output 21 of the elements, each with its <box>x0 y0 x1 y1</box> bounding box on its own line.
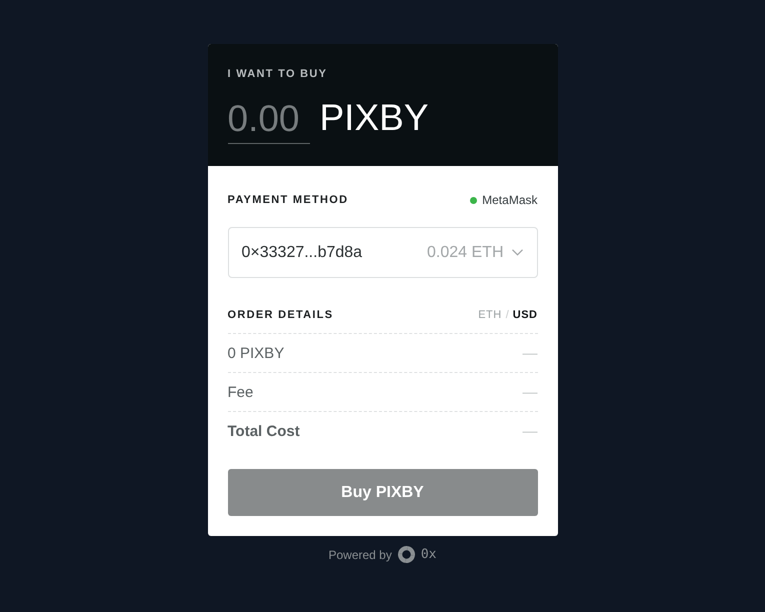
token-symbol: PIXBY <box>320 98 428 140</box>
brand-name: 0x <box>420 547 437 562</box>
currency-toggle[interactable]: USD <box>512 308 538 322</box>
order-line-label: Fee <box>228 384 254 400</box>
account-balance: 0.024 ETH <box>427 244 504 262</box>
currency-separator: / <box>506 308 509 322</box>
order-line-value: — <box>522 344 538 362</box>
wallet-name: MetaMask <box>482 193 538 207</box>
account-select[interactable]: 0×33327...b7d8a 0.024 ETH <box>228 227 538 278</box>
powered-by-text: Powered by <box>328 548 392 562</box>
order-line-label: Total Cost <box>228 422 300 440</box>
order-details-title: ORDER DETAILS <box>228 308 334 322</box>
ring-logo-icon <box>398 546 415 563</box>
account-address: 0×33327...b7d8a <box>242 244 364 262</box>
payment-method-title: PAYMENT METHOD <box>228 193 348 207</box>
amount-field[interactable]: 0.00 <box>228 99 310 144</box>
chevron-down-icon <box>512 249 522 256</box>
buy-label: I WANT TO BUY <box>228 68 328 81</box>
order-line-value: — <box>522 384 538 400</box>
order-line-label: 0 PIXBY <box>228 344 284 362</box>
order-line-value: — <box>522 422 538 440</box>
